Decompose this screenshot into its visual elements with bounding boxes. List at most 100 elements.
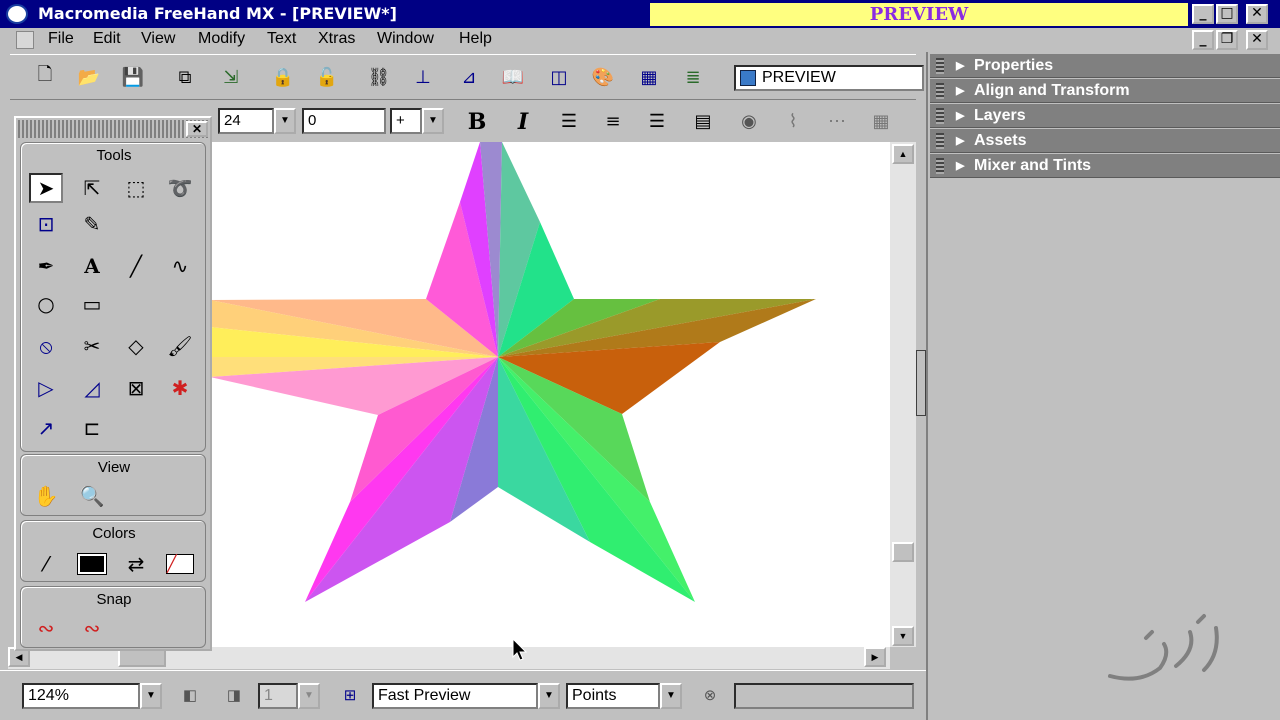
panel-properties[interactable]: ▶ Properties bbox=[930, 54, 1280, 78]
font-size-field[interactable]: 24 bbox=[218, 108, 274, 134]
new-document-icon[interactable]: 🗋 bbox=[32, 64, 58, 89]
zoom-tool-icon[interactable]: 🔍 bbox=[75, 481, 109, 511]
maximize-button[interactable]: □ bbox=[1216, 4, 1238, 24]
layers-icon[interactable]: ≣ bbox=[680, 65, 706, 89]
drawing-canvas[interactable] bbox=[210, 142, 890, 647]
units-field[interactable]: Points bbox=[566, 683, 660, 709]
text-tool-icon[interactable]: A bbox=[75, 251, 109, 281]
page-dropdown[interactable]: ▼ bbox=[298, 683, 320, 709]
panel-grip-icon[interactable] bbox=[936, 158, 944, 174]
lasso-tool-icon[interactable]: ➰ bbox=[163, 173, 197, 203]
align-icon[interactable]: ⊥ bbox=[410, 65, 436, 89]
panel-grip-icon[interactable] bbox=[936, 133, 944, 149]
align-center-icon[interactable]: ≡ bbox=[598, 108, 628, 136]
panel-mixer-tints[interactable]: ▶ Mixer and Tints bbox=[930, 154, 1280, 178]
columns-icon[interactable]: ⋯ bbox=[822, 108, 852, 136]
vertical-scrollbar[interactable]: ▲ ▼ bbox=[890, 142, 916, 647]
expand-arrow-icon[interactable]: ▶ bbox=[956, 54, 964, 78]
menu-xtras[interactable]: Xtras bbox=[318, 30, 355, 48]
save-icon[interactable]: 💾 bbox=[120, 65, 146, 89]
scroll-up-button[interactable]: ▲ bbox=[892, 144, 914, 164]
preview-mode-field[interactable]: Fast Preview bbox=[372, 683, 538, 709]
document-menu-icon[interactable] bbox=[16, 31, 34, 49]
freehand-app-icon[interactable] bbox=[6, 4, 28, 24]
pointer-tool-icon[interactable]: ➤ bbox=[29, 173, 63, 203]
open-icon[interactable]: 📂 bbox=[76, 65, 102, 89]
eraser-tool-icon[interactable]: ◇ bbox=[119, 331, 153, 361]
text-on-path-icon[interactable]: ⌇ bbox=[778, 108, 808, 136]
snap-to-point-icon[interactable]: ∾ bbox=[29, 613, 63, 643]
unlock-icon[interactable]: 🔓 bbox=[314, 65, 340, 89]
page-tool-icon[interactable]: ⬚ bbox=[119, 173, 153, 203]
snap-to-grid-icon[interactable]: ∾ bbox=[75, 613, 109, 643]
bold-button[interactable]: B bbox=[462, 108, 492, 136]
rows-icon[interactable]: ▦ bbox=[866, 108, 896, 136]
units-dropdown[interactable]: ▼ bbox=[660, 683, 682, 709]
no-color-swatch-icon[interactable]: ╱ bbox=[163, 549, 197, 579]
brush-tool-icon[interactable]: 🖌 bbox=[163, 331, 197, 361]
leading-mode-dropdown[interactable]: ▼ bbox=[422, 108, 444, 134]
vertical-scroll-thumb[interactable] bbox=[892, 542, 914, 562]
freehand-tool-icon[interactable]: ∿ bbox=[163, 251, 197, 281]
menu-text[interactable]: Text bbox=[267, 30, 296, 48]
ellipse-tool-icon[interactable]: ○ bbox=[29, 289, 63, 319]
panel-layers[interactable]: ▶ Layers bbox=[930, 104, 1280, 128]
line-tool-icon[interactable]: ╱ bbox=[119, 251, 153, 281]
import-icon[interactable]: ⧉ bbox=[172, 65, 198, 89]
tools-panel-titlebar[interactable]: ✕ bbox=[18, 120, 208, 138]
lock-icon[interactable]: 🔒 bbox=[270, 65, 296, 89]
knife-tool-icon[interactable]: ✂ bbox=[75, 331, 109, 361]
panel-grip-icon[interactable] bbox=[936, 108, 944, 124]
align-right-icon[interactable]: ☰ bbox=[642, 108, 672, 136]
transform-icon[interactable]: ⊿ bbox=[456, 65, 482, 89]
scroll-right-button[interactable]: ▶ bbox=[864, 647, 886, 667]
scroll-down-button[interactable]: ▼ bbox=[892, 626, 914, 646]
library-icon[interactable]: 📖 bbox=[500, 65, 526, 89]
minimize-button[interactable]: _ bbox=[1192, 4, 1214, 24]
expand-arrow-icon[interactable]: ▶ bbox=[956, 79, 964, 103]
menu-window[interactable]: Window bbox=[377, 30, 434, 48]
pen-tool-icon[interactable]: ✒ bbox=[29, 251, 63, 281]
table-icon[interactable]: ▦ bbox=[636, 65, 662, 89]
group-icon[interactable]: ⛓ bbox=[366, 65, 392, 89]
expand-arrow-icon[interactable]: ▶ bbox=[956, 104, 964, 128]
expand-arrow-icon[interactable]: ▶ bbox=[956, 129, 964, 153]
subselect-tool-icon[interactable]: ⇱ bbox=[75, 173, 109, 203]
panel-align-transform[interactable]: ▶ Align and Transform bbox=[930, 79, 1280, 103]
star-artwork[interactable] bbox=[210, 142, 890, 647]
expand-arrow-icon[interactable]: ▶ bbox=[956, 154, 964, 178]
preview-mode-dropdown[interactable]: ▼ bbox=[538, 683, 560, 709]
close-button[interactable]: ✕ bbox=[1246, 4, 1268, 24]
next-page-icon[interactable]: ◨ bbox=[224, 685, 244, 707]
document-selector[interactable]: PREVIEW bbox=[734, 65, 924, 91]
leading-field[interactable]: 0 bbox=[302, 108, 386, 134]
menu-modify[interactable]: Modify bbox=[198, 30, 245, 48]
stroke-color-icon[interactable]: ⁄ bbox=[29, 549, 63, 579]
scale-tool-icon[interactable]: ⦸ bbox=[29, 331, 63, 361]
leading-mode-field[interactable]: + bbox=[390, 108, 422, 134]
doc-restore-button[interactable]: ❐ bbox=[1216, 30, 1238, 50]
doc-minimize-button[interactable]: _ bbox=[1192, 30, 1214, 50]
menu-help[interactable]: Help bbox=[459, 30, 492, 48]
hand-tool-icon[interactable]: ✋ bbox=[29, 481, 63, 511]
stop-icon[interactable]: ⊗ bbox=[700, 685, 720, 707]
italic-button[interactable]: I bbox=[508, 108, 538, 136]
eyedropper-tool-icon[interactable]: ✎ bbox=[75, 209, 109, 239]
panel-grip-icon[interactable] bbox=[936, 83, 944, 99]
perspective-tool-icon[interactable]: ◿ bbox=[75, 373, 109, 403]
extrude-tool-icon[interactable]: ▷ bbox=[29, 373, 63, 403]
menu-view[interactable]: View bbox=[141, 30, 175, 48]
text-wrap-icon[interactable]: ◉ bbox=[734, 108, 764, 136]
font-size-dropdown[interactable]: ▼ bbox=[274, 108, 296, 134]
justify-icon[interactable]: ▤ bbox=[688, 108, 718, 136]
envelope-tool-icon[interactable]: ⊠ bbox=[119, 373, 153, 403]
page-number-field[interactable]: 1 bbox=[258, 683, 298, 709]
swatches-icon[interactable]: 🎨 bbox=[590, 65, 616, 89]
tools-close-button[interactable]: ✕ bbox=[186, 121, 208, 137]
rectangle-tool-icon[interactable]: ▭ bbox=[75, 289, 109, 319]
fill-color-swatch[interactable] bbox=[75, 549, 109, 579]
symbols-icon[interactable]: ◫ bbox=[546, 65, 572, 89]
menu-file[interactable]: File bbox=[48, 30, 74, 48]
link-tool-icon[interactable]: ↗ bbox=[29, 413, 63, 443]
zoom-dropdown[interactable]: ▼ bbox=[140, 683, 162, 709]
